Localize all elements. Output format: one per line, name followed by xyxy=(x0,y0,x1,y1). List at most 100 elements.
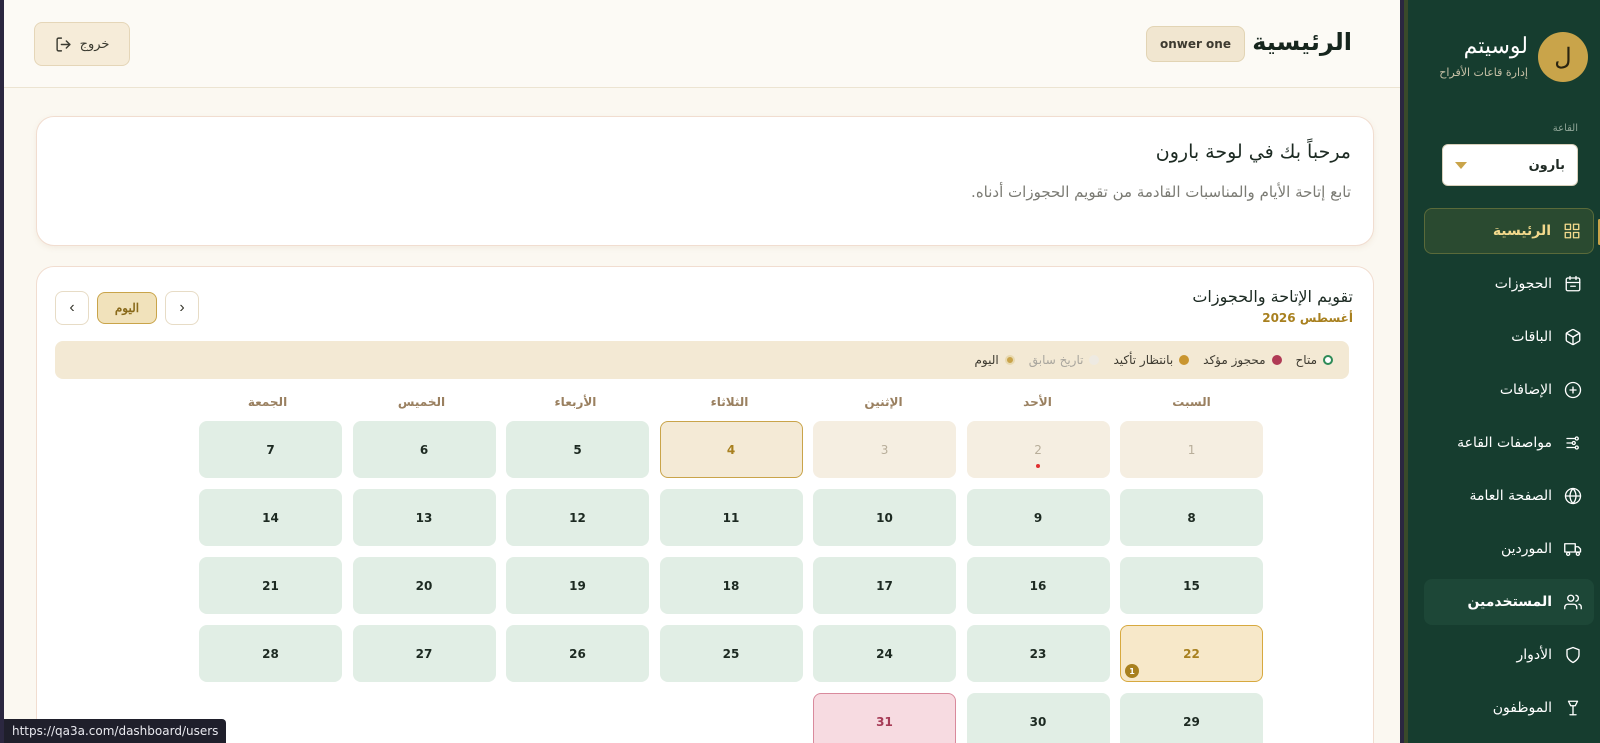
calendar-day[interactable]: 24 xyxy=(813,625,956,682)
truck-icon xyxy=(1564,543,1582,557)
legend-item: متاح xyxy=(1296,353,1333,367)
day-number: 21 xyxy=(262,578,279,593)
calendar-day[interactable]: 16 xyxy=(966,557,1110,614)
globe-icon xyxy=(1564,487,1582,505)
sidebar-item[interactable]: الموظفون xyxy=(1424,685,1594,731)
calendar-day[interactable]: 10 xyxy=(813,489,956,546)
day-number: 10 xyxy=(876,510,893,525)
day-number: 3 xyxy=(880,442,889,457)
calendar-day[interactable]: 25 xyxy=(659,625,803,682)
calendar-day[interactable]: 14 xyxy=(199,489,342,546)
calendar-card: تقويم الإتاحة والحجوزات أغسطس 2026 ‹ الي… xyxy=(36,266,1374,743)
day-number: 19 xyxy=(569,578,586,593)
legend-item: محجوز مؤكد xyxy=(1203,353,1282,367)
legend-item: تاريخ سابق xyxy=(1029,353,1100,367)
calendar-day[interactable]: 26 xyxy=(506,625,649,682)
calendar-day[interactable]: 15 xyxy=(1120,557,1263,614)
calendar-day[interactable]: 3 xyxy=(813,421,956,478)
top-bar: الرئيسية onwer one خروج xyxy=(4,0,1400,88)
calendar-day[interactable]: 29 xyxy=(1120,693,1263,743)
status-bar-url: https://qa3a.com/dashboard/users xyxy=(4,719,227,743)
logout-button[interactable]: خروج xyxy=(34,22,130,66)
calendar-grid: 1 2 3 4 5 6 7 8 9 10 11 12 13 14 15 16 17 18 19 20 21 22 1 23 24… xyxy=(169,421,1263,743)
sidebar-item[interactable]: الصفحة العامة xyxy=(1424,473,1594,519)
calendar-icon xyxy=(1565,275,1581,292)
day-number: 31 xyxy=(876,714,893,729)
hall-select-label: القاعة xyxy=(1552,123,1578,134)
logout-icon xyxy=(55,36,71,52)
sidebar-item[interactable]: الحجوزات xyxy=(1424,261,1594,307)
sidebar-item-label: الصفحة العامة xyxy=(1469,488,1552,504)
welcome-title: مرحباً بك في لوحة بارون xyxy=(1155,141,1351,163)
calendar-day[interactable]: 22 1 xyxy=(1120,625,1263,682)
calendar-day[interactable]: 2 xyxy=(966,421,1110,478)
legend-label: تاريخ سابق xyxy=(1028,353,1084,367)
next-month-button[interactable]: › xyxy=(165,291,199,325)
day-number: 27 xyxy=(415,646,433,661)
day-number: 16 xyxy=(1029,578,1047,593)
day-number: 8 xyxy=(1187,510,1196,525)
day-number: 5 xyxy=(573,442,582,457)
calendar-day[interactable]: 27 xyxy=(352,625,496,682)
sidebar-item[interactable]: المستخدمين xyxy=(1424,579,1594,625)
weekday-label: الجمعة xyxy=(247,395,288,409)
sidebar-item-label: الأدوار xyxy=(1516,647,1552,663)
calendar-day[interactable]: 12 xyxy=(506,489,649,546)
sidebar-item[interactable]: الإضافات xyxy=(1424,367,1594,413)
day-number: 20 xyxy=(415,578,433,593)
brand-subtitle: إدارة قاعات الأفراح xyxy=(1439,65,1528,79)
day-number: 13 xyxy=(415,510,433,525)
legend-swatch xyxy=(1089,355,1100,365)
sidebar-item[interactable]: الباقات xyxy=(1424,314,1594,360)
today-button[interactable]: اليوم xyxy=(97,292,157,324)
calendar-day[interactable]: 4 xyxy=(659,421,803,478)
day-number: 1 xyxy=(1187,442,1196,457)
hall-select[interactable]: بارون xyxy=(1442,144,1578,186)
sidebar-item-label: الإضافات xyxy=(1499,382,1552,398)
calendar-day[interactable]: 18 xyxy=(659,557,803,614)
calendar-day[interactable]: 9 xyxy=(966,489,1110,546)
calendar-day[interactable]: 5 xyxy=(506,421,649,478)
calendar-day[interactable]: 31 xyxy=(813,693,956,743)
sidebar-item[interactable]: الأدوار xyxy=(1424,632,1594,678)
calendar-day[interactable]: 30 xyxy=(966,693,1110,743)
sidebar-item-label: الحجوزات xyxy=(1494,276,1552,292)
calendar-day[interactable]: 7 xyxy=(199,421,342,478)
day-number: 2 xyxy=(1034,442,1042,457)
page-title: الرئيسية xyxy=(1252,28,1352,56)
box-icon xyxy=(1565,328,1581,346)
day-number: 17 xyxy=(876,578,893,593)
sidebar: ل لوسيتم إدارة قاعات الأفراح القاعة بارو… xyxy=(1404,0,1600,743)
calendar-day[interactable]: 28 xyxy=(199,625,342,682)
calendar-day[interactable]: 1 xyxy=(1120,421,1263,478)
calendar-day[interactable]: 6 xyxy=(352,421,496,478)
legend-label: متاح xyxy=(1295,353,1317,367)
calendar-day[interactable]: 8 xyxy=(1120,489,1263,546)
calendar-day[interactable]: 11 xyxy=(659,489,803,546)
weekday-label: السبت xyxy=(1172,395,1211,409)
calendar-day[interactable]: 17 xyxy=(813,557,956,614)
legend-swatch xyxy=(1004,355,1015,365)
day-number: 18 xyxy=(722,578,740,593)
sidebar-item-label: الباقات xyxy=(1511,329,1552,345)
calendar-day[interactable]: 20 xyxy=(352,557,496,614)
sidebar-item[interactable]: الموردين xyxy=(1424,526,1594,572)
day-number: 12 xyxy=(569,510,586,525)
hall-select-value: بارون xyxy=(1528,157,1565,173)
user-chip[interactable]: onwer one xyxy=(1145,26,1245,62)
legend-label: اليوم xyxy=(974,353,999,367)
previous-month-button[interactable]: ‹ xyxy=(55,291,89,325)
day-number: 6 xyxy=(419,442,429,457)
sidebar-item[interactable]: الرئيسية xyxy=(1424,208,1600,254)
sidebar-item-label: الموردين xyxy=(1500,541,1552,557)
sidebar-item[interactable]: مواصفات القاعة xyxy=(1424,420,1594,466)
brand[interactable]: ل لوسيتم إدارة قاعات الأفراح xyxy=(1439,32,1588,82)
calendar-day[interactable]: 21 xyxy=(199,557,342,614)
sidebar-item-label: المستخدمين xyxy=(1467,594,1552,610)
calendar-title: تقويم الإتاحة والحجوزات xyxy=(1192,287,1353,306)
calendar-day[interactable]: 23 xyxy=(966,625,1110,682)
calendar-day[interactable]: 13 xyxy=(352,489,496,546)
brand-name: لوسيتم xyxy=(1463,34,1528,60)
calendar-day[interactable]: 19 xyxy=(506,557,649,614)
day-number: 9 xyxy=(1033,510,1043,525)
